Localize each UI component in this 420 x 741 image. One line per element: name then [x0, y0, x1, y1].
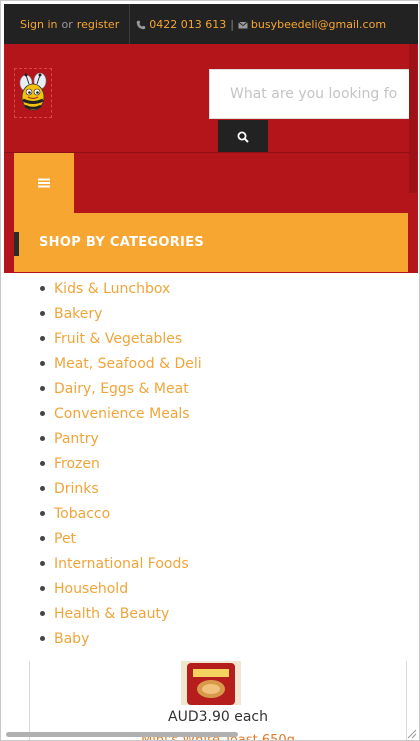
search-input[interactable]: [210, 70, 412, 118]
category-link[interactable]: Convenience Meals: [54, 406, 190, 422]
search-box: [209, 69, 413, 119]
category-item[interactable]: Household: [40, 576, 202, 601]
category-link[interactable]: Dairy, Eggs & Meat: [54, 381, 189, 397]
bullet: [40, 386, 45, 391]
top-contact-bar: Sign in or register 0422 013 613 | busyb…: [4, 4, 418, 44]
category-item[interactable]: Meat, Seafood & Deli: [40, 351, 202, 376]
bullet: [40, 411, 45, 416]
category-link[interactable]: Household: [54, 581, 128, 597]
or-text: or: [61, 17, 73, 31]
category-item[interactable]: Pantry: [40, 426, 202, 451]
category-link[interactable]: Bakery: [54, 306, 102, 322]
category-item[interactable]: International Foods: [40, 551, 202, 576]
category-item[interactable]: Baby: [40, 626, 202, 651]
sign-in-link[interactable]: Sign in: [20, 18, 58, 31]
hamburger-menu-icon: [38, 178, 50, 188]
product-image[interactable]: [181, 661, 241, 705]
category-link[interactable]: Frozen: [54, 456, 100, 472]
bullet: [40, 636, 45, 641]
product-card[interactable]: AUD3.90 each Mini's White Toast 650g: [29, 661, 407, 740]
category-link[interactable]: Meat, Seafood & Deli: [54, 356, 202, 372]
category-item[interactable]: Pet: [40, 526, 202, 551]
category-item[interactable]: Kids & Lunchbox: [40, 276, 202, 301]
email-link[interactable]: busybeedeli@gmail.com: [251, 18, 386, 31]
category-item[interactable]: Dairy, Eggs & Meat: [40, 376, 202, 401]
contact-info: 0422 013 613 | busybeedeli@gmail.com: [130, 4, 386, 44]
bullet: [40, 586, 45, 591]
browser-viewport: Sign in or register 0422 013 613 | busyb…: [0, 0, 420, 741]
category-item[interactable]: Convenience Meals: [40, 401, 202, 426]
contact-separator: |: [230, 17, 234, 31]
search-icon: [237, 131, 249, 143]
categories-title: SHOP BY CATEGORIES: [39, 235, 205, 250]
bullet: [40, 611, 45, 616]
categories-accent-bar: [14, 232, 19, 256]
bee-logo-icon: [19, 72, 47, 111]
bullet: [40, 461, 45, 466]
bullet: [40, 486, 45, 491]
account-links: Sign in or register: [4, 4, 131, 44]
category-link[interactable]: Baby: [54, 631, 89, 647]
category-link[interactable]: Health & Beauty: [54, 606, 169, 622]
resize-grip-icon[interactable]: [405, 727, 417, 739]
bullet: [40, 511, 45, 516]
category-list: Kids & Lunchbox Bakery Fruit & Vegetable…: [40, 276, 202, 651]
categories-header[interactable]: SHOP BY CATEGORIES: [14, 213, 408, 272]
register-link[interactable]: register: [77, 18, 119, 31]
bee-logo[interactable]: [14, 68, 52, 118]
phone-number[interactable]: 0422 013 613: [149, 18, 226, 31]
bullet: [40, 561, 45, 566]
category-item[interactable]: Bakery: [40, 301, 202, 326]
category-item[interactable]: Frozen: [40, 451, 202, 476]
vertical-scrollbar[interactable]: [409, 44, 417, 193]
category-item[interactable]: Tobacco: [40, 501, 202, 526]
category-item[interactable]: Fruit & Vegetables: [40, 326, 202, 351]
category-item[interactable]: Drinks: [40, 476, 202, 501]
category-link[interactable]: Drinks: [54, 481, 99, 497]
bullet: [40, 536, 45, 541]
bullet: [40, 336, 45, 341]
menu-toggle-button[interactable]: [14, 153, 74, 213]
category-item[interactable]: Health & Beauty: [40, 601, 202, 626]
bullet: [40, 436, 45, 441]
phone-icon: [137, 20, 146, 30]
product-price: AUD3.90 each: [168, 709, 268, 725]
search-button[interactable]: [218, 120, 268, 153]
category-link[interactable]: Pet: [54, 531, 76, 547]
category-link[interactable]: Kids & Lunchbox: [54, 281, 170, 297]
category-link[interactable]: Pantry: [54, 431, 99, 447]
bullet: [40, 286, 45, 291]
bullet: [40, 361, 45, 366]
envelope-icon: [238, 21, 248, 29]
category-link[interactable]: International Foods: [54, 556, 189, 572]
horizontal-scrollbar[interactable]: [6, 732, 238, 737]
bullet: [40, 311, 45, 316]
site-header: SHOP BY CATEGORIES: [4, 44, 418, 273]
category-link[interactable]: Tobacco: [54, 506, 110, 522]
categories-menu: Kids & Lunchbox Bakery Fruit & Vegetable…: [4, 273, 408, 661]
category-link[interactable]: Fruit & Vegetables: [54, 331, 182, 347]
